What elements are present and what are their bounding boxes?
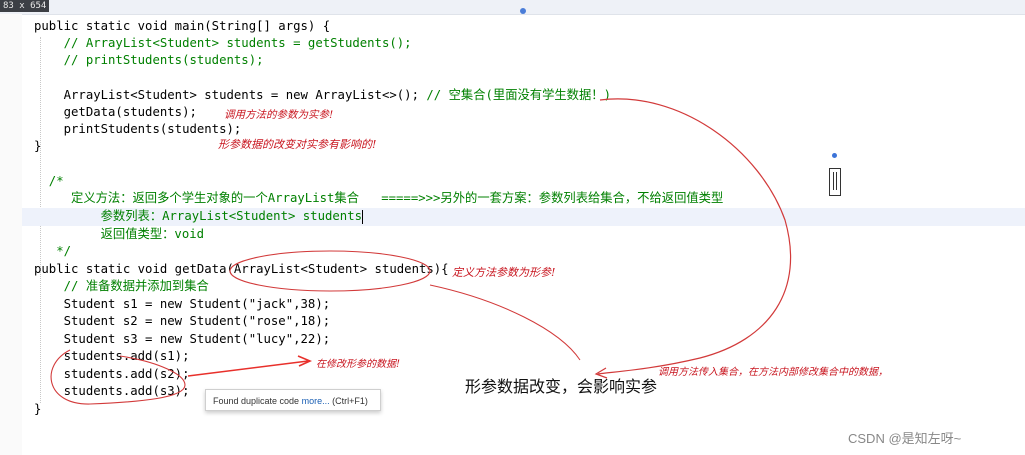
- annotation-ellipse-param: [229, 250, 431, 292]
- annotation-arrow-line: [187, 360, 309, 377]
- watermark: CSDN @是知左呀~: [848, 431, 962, 446]
- duplicate-code-tooltip[interactable]: Found duplicate code more... (Ctrl+F1): [205, 389, 381, 411]
- annotation-pass-collection: 调用方法传入集合，在方法内部修改集合中的数据，: [658, 367, 888, 378]
- tooltip-more-link[interactable]: more...: [302, 396, 330, 406]
- selection-dot: [832, 153, 837, 158]
- annotation-curve-big: [597, 98, 792, 375]
- annotation-curve-lower: [429, 284, 581, 361]
- tooltip-shortcut: (Ctrl+F1): [329, 396, 368, 406]
- tooltip-text: Found duplicate code: [213, 396, 302, 406]
- selection-box: [829, 168, 841, 196]
- summary-note: 形参数据改变，会影响实参: [465, 377, 658, 396]
- annotation-ellipse-adds: [50, 349, 186, 405]
- annotation-actual-param: 调用方法的参数为实参!: [224, 109, 334, 121]
- annotation-formal-effect: 形参数据的改变对实参有影响的!: [218, 138, 377, 151]
- annotation-formal-param: 定义方法参数为形参!: [452, 266, 556, 279]
- annotation-modify-formal: 在修改形参的数据!: [316, 359, 401, 370]
